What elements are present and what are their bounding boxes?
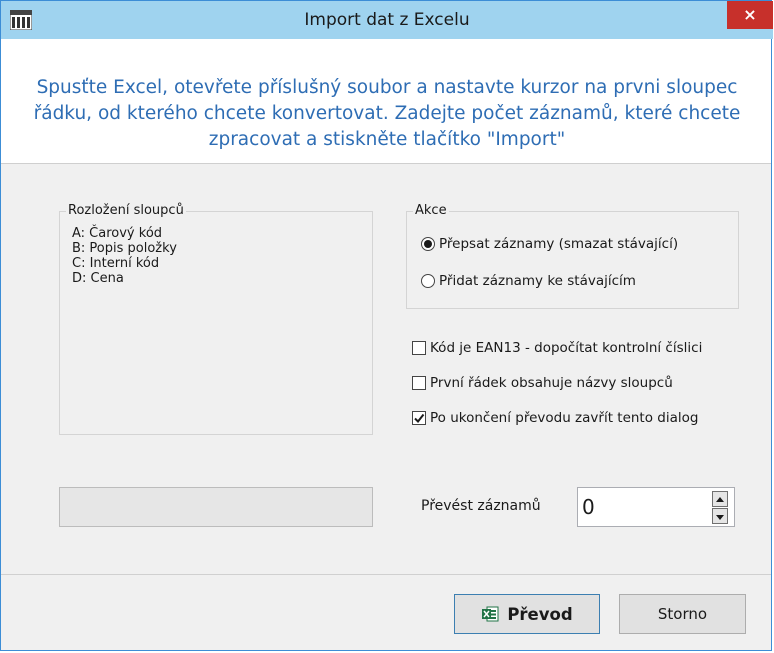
- column-layout-group: Rozložení sloupců A: Čarový kód B: Popis…: [59, 203, 373, 435]
- radio-overwrite-label: Přepsat záznamy (smazat stávající): [439, 236, 679, 252]
- arrow-up-icon: [716, 497, 724, 502]
- convert-button[interactable]: Převod: [454, 594, 600, 634]
- close-button[interactable]: ×: [727, 1, 773, 29]
- checkbox-close-after-box[interactable]: [412, 411, 426, 425]
- progress-bar: [59, 487, 373, 527]
- checkmark-icon: [414, 413, 425, 424]
- excel-icon: [482, 606, 499, 622]
- instructions-text: Spusťte Excel, otevřete příslušný soubor…: [33, 77, 741, 150]
- column-layout-line: D: Cena: [72, 271, 124, 286]
- radio-append[interactable]: Přidat záznamy ke stávajícím: [421, 271, 636, 291]
- spin-down-button[interactable]: [712, 508, 728, 524]
- spin-up-button[interactable]: [712, 491, 728, 507]
- checkbox-ean13-box[interactable]: [412, 341, 426, 355]
- convert-button-label: Převod: [507, 604, 573, 624]
- checkbox-ean13[interactable]: Kód je EAN13 - dopočítat kontrolní čísli…: [412, 338, 702, 358]
- column-layout-legend: Rozložení sloupců: [66, 203, 186, 219]
- column-layout-line: B: Popis položky: [72, 241, 177, 256]
- checkbox-header-row[interactable]: První řádek obsahuje názvy sloupců: [412, 373, 673, 393]
- cancel-button-label: Storno: [657, 605, 708, 623]
- cancel-button[interactable]: Storno: [619, 594, 746, 634]
- title-bar[interactable]: Import dat z Excelu ×: [1, 1, 773, 39]
- column-layout-line: C: Interní kód: [72, 256, 160, 271]
- radio-append-label: Přidat záznamy ke stávajícím: [439, 273, 636, 289]
- checkbox-header-row-box[interactable]: [412, 376, 426, 390]
- record-count-value[interactable]: 0: [582, 495, 595, 519]
- footer-separator: [1, 574, 771, 575]
- checkbox-close-after[interactable]: Po ukončení převodu zavřít tento dialog: [412, 408, 698, 428]
- checkbox-header-row-label: První řádek obsahuje názvy sloupců: [430, 375, 673, 391]
- instructions-banner: Spusťte Excel, otevřete příslušný soubor…: [1, 39, 771, 164]
- record-count-input[interactable]: 0: [577, 487, 735, 527]
- checkbox-close-after-label: Po ukončení převodu zavřít tento dialog: [430, 410, 699, 426]
- window-title: Import dat z Excelu: [304, 10, 470, 30]
- radio-overwrite-indicator[interactable]: [421, 237, 435, 251]
- arrow-down-icon: [716, 515, 724, 520]
- import-dialog-window: Import dat z Excelu × Spusťte Excel, ote…: [0, 0, 773, 651]
- radio-overwrite[interactable]: Přepsat záznamy (smazat stávající): [421, 234, 678, 254]
- column-layout-line: A: Čarový kód: [72, 226, 163, 241]
- record-count-label: Převést záznamů: [421, 498, 541, 514]
- action-group: Akce Přepsat záznamy (smazat stávající) …: [406, 203, 739, 309]
- checkbox-ean13-label: Kód je EAN13 - dopočítat kontrolní čísli…: [430, 340, 703, 356]
- action-legend: Akce: [413, 203, 449, 219]
- radio-append-indicator[interactable]: [421, 274, 435, 288]
